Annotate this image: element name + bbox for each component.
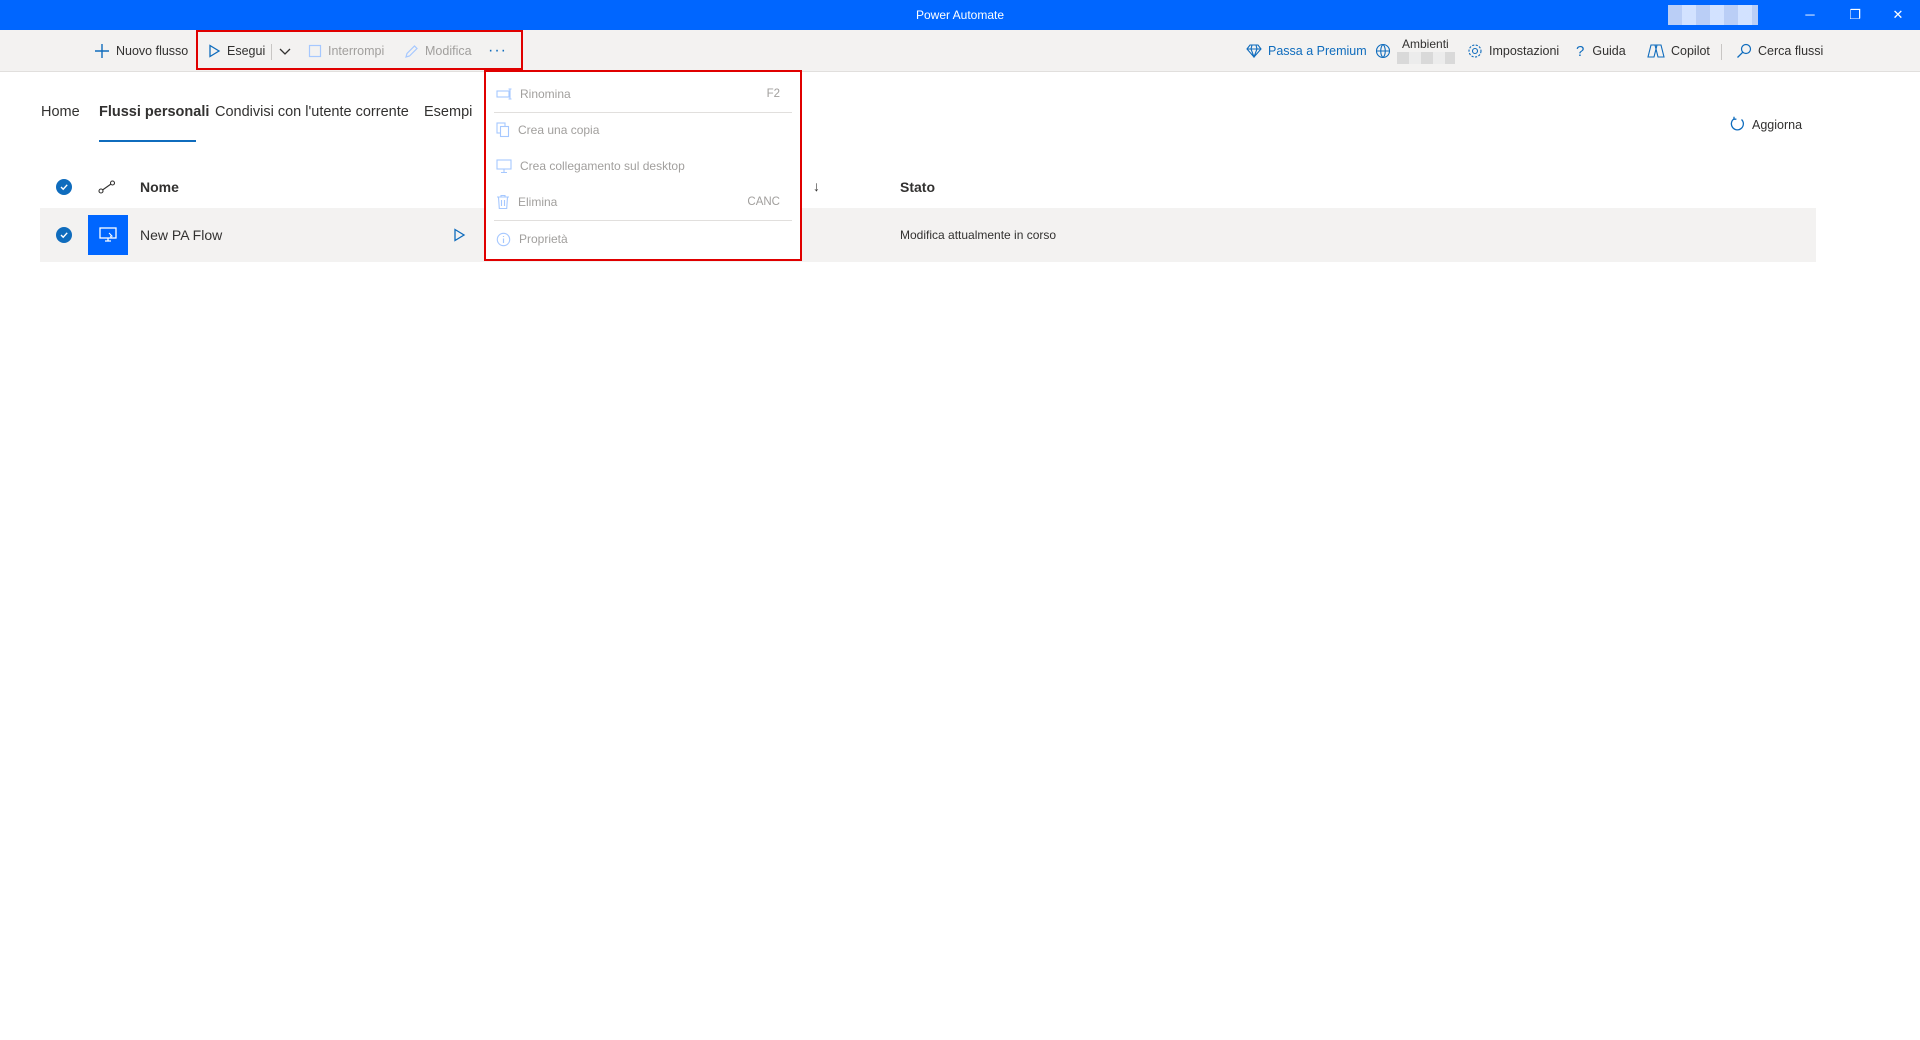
search-icon [1737, 43, 1752, 58]
copilot-icon [1647, 44, 1665, 58]
environments-button[interactable]: Ambienti [1375, 30, 1455, 72]
question-icon: ? [1576, 42, 1585, 60]
new-flow-label: Nuovo flusso [116, 44, 189, 58]
table-header: Nome ↓ Stato [40, 170, 1816, 204]
run-flow-icon[interactable] [452, 228, 466, 242]
checkmark-icon [60, 184, 68, 191]
account-avatar[interactable] [1668, 5, 1758, 25]
column-header-status[interactable]: Stato [900, 179, 935, 195]
tab-home[interactable]: Home [41, 104, 80, 120]
search-flows-button[interactable]: Cerca flussi [1736, 30, 1823, 72]
minimize-button[interactable]: ─ [1788, 0, 1832, 30]
flow-name[interactable]: New PA Flow [140, 227, 222, 243]
refresh-button[interactable]: Aggiorna [1729, 116, 1802, 133]
close-button[interactable]: ✕ [1876, 0, 1920, 30]
window-title: Power Automate [915, 8, 1005, 22]
plus-icon [95, 44, 109, 58]
checkmark-icon [60, 232, 68, 239]
row-checkbox[interactable] [56, 227, 72, 243]
search-separator [1721, 44, 1722, 60]
gear-icon [1468, 44, 1482, 58]
flow-status: Modifica attualmente in corso [900, 228, 1057, 242]
refresh-icon [1730, 116, 1744, 131]
active-tab-indicator [99, 140, 196, 142]
environments-box: Ambienti [1397, 30, 1455, 72]
refresh-label: Aggiorna [1752, 117, 1803, 132]
desktop-flow-icon [88, 215, 128, 255]
globe-icon [1375, 43, 1391, 59]
help-label: Guida [1592, 44, 1626, 58]
help-button[interactable]: ? Guida [1576, 30, 1626, 72]
tab-examples[interactable]: Esempi [424, 104, 472, 120]
premium-button[interactable]: Passa a Premium [1246, 30, 1367, 72]
flow-type-icon[interactable] [98, 179, 116, 195]
menu-highlight-box [484, 70, 802, 261]
copilot-button[interactable]: Copilot [1647, 30, 1710, 72]
tab-personal-flows[interactable]: Flussi personali [99, 104, 209, 120]
tab-shared-with-me[interactable]: Condivisi con l'utente corrente [215, 104, 409, 120]
table-row[interactable]: New PA Flow Modifica attualmente in cors… [40, 208, 1816, 262]
sort-arrow-icon[interactable]: ↓ [813, 178, 820, 194]
settings-label: Impostazioni [1489, 44, 1560, 58]
select-all-checkbox[interactable] [56, 179, 72, 195]
environments-label: Ambienti [1402, 37, 1449, 51]
premium-label: Passa a Premium [1268, 44, 1367, 58]
toolbar-highlight-box [196, 30, 523, 70]
diamond-icon [1246, 44, 1262, 58]
environment-name [1397, 52, 1455, 64]
settings-button[interactable]: Impostazioni [1467, 30, 1559, 72]
restore-button[interactable]: ❐ [1833, 0, 1877, 30]
column-header-name[interactable]: Nome [140, 179, 179, 195]
search-label: Cerca flussi [1758, 44, 1824, 58]
copilot-label: Copilot [1671, 44, 1710, 58]
title-bar: Power Automate ─ ❐ ✕ [0, 0, 1920, 30]
new-flow-button[interactable]: Nuovo flusso [94, 30, 188, 72]
